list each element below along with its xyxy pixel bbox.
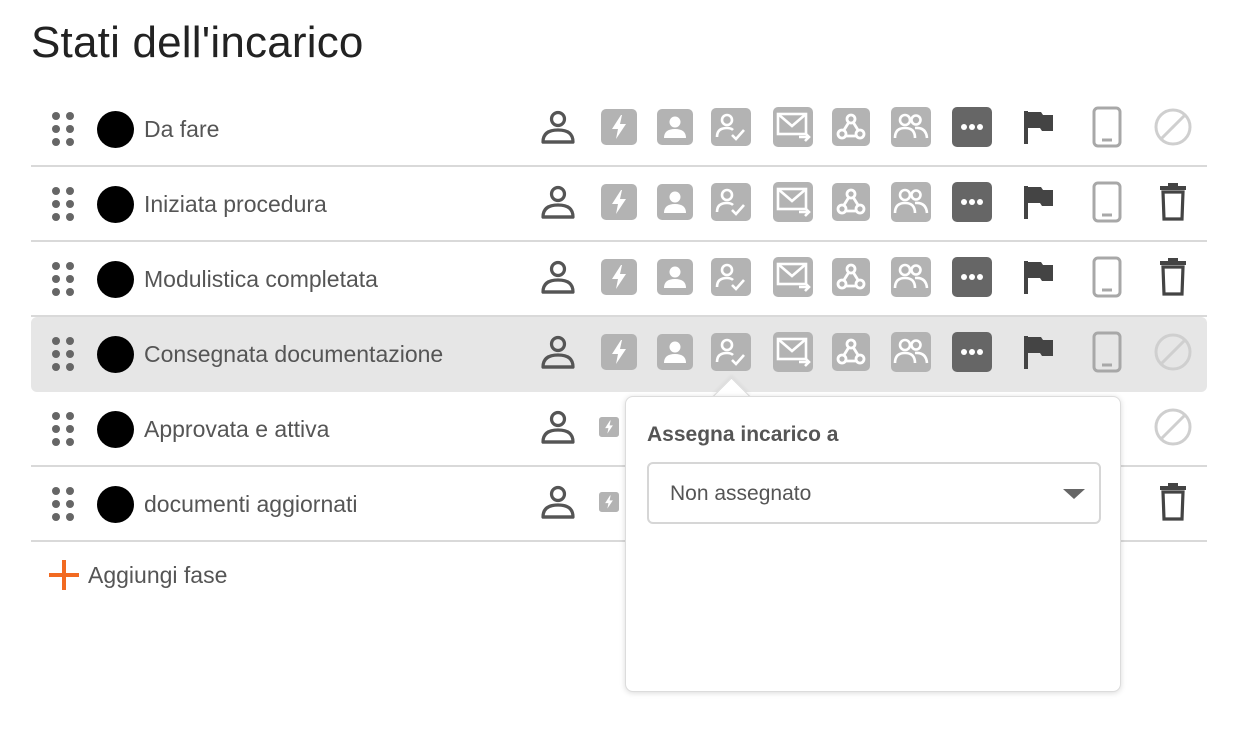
webhook-icon[interactable] bbox=[831, 105, 871, 149]
phase-name[interactable]: Approvata e attiva bbox=[144, 416, 329, 443]
lightning-icon[interactable] bbox=[599, 405, 619, 449]
drag-handle-icon[interactable] bbox=[52, 337, 76, 371]
users-group-icon[interactable] bbox=[891, 255, 931, 299]
phase-name[interactable]: Da fare bbox=[144, 116, 219, 143]
users-group-icon[interactable] bbox=[891, 180, 931, 224]
email-send-icon[interactable] bbox=[773, 255, 813, 299]
lightning-icon[interactable] bbox=[599, 480, 619, 524]
page-title: Stati dell'incarico bbox=[31, 18, 364, 67]
assign-popover: Assegna incarico a Non assegnato bbox=[625, 396, 1121, 692]
drag-handle-icon[interactable] bbox=[52, 262, 76, 296]
plus-icon bbox=[49, 560, 79, 590]
flag-icon[interactable] bbox=[1018, 180, 1058, 224]
person-outline-icon[interactable] bbox=[538, 405, 578, 449]
assignee-select-value: Non assegnato bbox=[670, 482, 812, 505]
users-group-icon[interactable] bbox=[891, 105, 931, 149]
email-send-icon[interactable] bbox=[773, 330, 813, 374]
contact-card-icon[interactable] bbox=[655, 255, 695, 299]
trash-icon[interactable] bbox=[1153, 255, 1193, 299]
phase-row[interactable]: Consegnata documentazione bbox=[31, 317, 1207, 392]
webhook-icon[interactable] bbox=[831, 330, 871, 374]
phase-name[interactable]: Consegnata documentazione bbox=[144, 341, 443, 368]
chevron-down-icon bbox=[1063, 489, 1085, 499]
add-phase-label: Aggiungi fase bbox=[88, 561, 228, 588]
phase-name[interactable]: Modulistica completata bbox=[144, 266, 378, 293]
lightning-icon[interactable] bbox=[599, 255, 639, 299]
phase-color-dot[interactable] bbox=[97, 411, 134, 448]
email-send-icon[interactable] bbox=[773, 105, 813, 149]
lightning-icon[interactable] bbox=[599, 180, 639, 224]
user-check-icon[interactable] bbox=[711, 105, 751, 149]
person-outline-icon[interactable] bbox=[538, 180, 578, 224]
phase-color-dot[interactable] bbox=[97, 111, 134, 148]
phase-name[interactable]: documenti aggiornati bbox=[144, 491, 358, 518]
drag-handle-icon[interactable] bbox=[52, 412, 76, 446]
lightning-icon[interactable] bbox=[599, 330, 639, 374]
assignee-select[interactable]: Non assegnato bbox=[647, 462, 1101, 524]
phase-row[interactable]: Modulistica completata bbox=[31, 242, 1207, 317]
user-check-icon[interactable] bbox=[711, 180, 751, 224]
trash-icon[interactable] bbox=[1153, 480, 1193, 524]
flag-icon[interactable] bbox=[1018, 255, 1058, 299]
more-icon[interactable] bbox=[952, 180, 992, 224]
flag-icon[interactable] bbox=[1018, 105, 1058, 149]
drag-handle-icon[interactable] bbox=[52, 487, 76, 521]
email-send-icon[interactable] bbox=[773, 180, 813, 224]
phase-row[interactable]: Da fare bbox=[31, 92, 1207, 167]
webhook-icon[interactable] bbox=[831, 255, 871, 299]
phase-color-dot[interactable] bbox=[97, 261, 134, 298]
mobile-phone-icon[interactable] bbox=[1087, 330, 1127, 374]
mobile-phone-icon[interactable] bbox=[1087, 105, 1127, 149]
mobile-phone-icon[interactable] bbox=[1087, 180, 1127, 224]
user-check-icon[interactable] bbox=[711, 330, 751, 374]
phase-color-dot[interactable] bbox=[97, 486, 134, 523]
more-icon[interactable] bbox=[952, 255, 992, 299]
person-outline-icon[interactable] bbox=[538, 105, 578, 149]
more-icon[interactable] bbox=[952, 330, 992, 374]
trash-icon[interactable] bbox=[1153, 180, 1193, 224]
mobile-phone-icon[interactable] bbox=[1087, 255, 1127, 299]
phase-color-dot[interactable] bbox=[97, 336, 134, 373]
user-check-icon[interactable] bbox=[711, 255, 751, 299]
contact-card-icon[interactable] bbox=[655, 105, 695, 149]
person-outline-icon[interactable] bbox=[538, 330, 578, 374]
disabled-icon[interactable] bbox=[1153, 405, 1193, 449]
webhook-icon[interactable] bbox=[831, 180, 871, 224]
disabled-icon[interactable] bbox=[1153, 105, 1193, 149]
add-phase-button[interactable]: Aggiungi fase bbox=[49, 560, 227, 590]
lightning-icon[interactable] bbox=[599, 105, 639, 149]
phase-row[interactable]: Iniziata procedura bbox=[31, 167, 1207, 242]
more-icon[interactable] bbox=[952, 105, 992, 149]
person-outline-icon[interactable] bbox=[538, 255, 578, 299]
person-outline-icon[interactable] bbox=[538, 480, 578, 524]
contact-card-icon[interactable] bbox=[655, 180, 695, 224]
contact-card-icon[interactable] bbox=[655, 330, 695, 374]
popover-title: Assegna incarico a bbox=[647, 423, 839, 446]
drag-handle-icon[interactable] bbox=[52, 112, 76, 146]
users-group-icon[interactable] bbox=[891, 330, 931, 374]
flag-icon[interactable] bbox=[1018, 330, 1058, 374]
phase-name[interactable]: Iniziata procedura bbox=[144, 191, 327, 218]
drag-handle-icon[interactable] bbox=[52, 187, 76, 221]
disabled-icon[interactable] bbox=[1153, 330, 1193, 374]
phase-color-dot[interactable] bbox=[97, 186, 134, 223]
